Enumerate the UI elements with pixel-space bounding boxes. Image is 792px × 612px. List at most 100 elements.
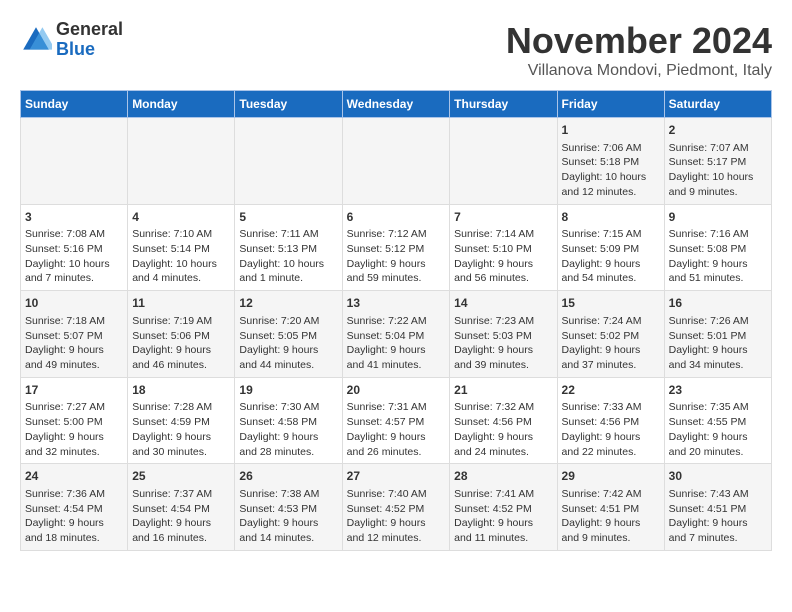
- calendar-cell: [342, 118, 450, 205]
- calendar-cell: 16 Sunrise: 7:26 AM Sunset: 5:01 PM Dayli…: [664, 291, 771, 378]
- calendar-cell: 14 Sunrise: 7:23 AM Sunset: 5:03 PM Dayli…: [450, 291, 557, 378]
- day-info: Sunrise: 7:41 AM Sunset: 4:52 PM Dayligh…: [454, 488, 534, 544]
- calendar-cell: 12Sunrise: 7:20 AM Sunset: 5:05 PM Dayli…: [235, 291, 342, 378]
- day-info: Sunrise: 7:12 AM Sunset: 5:12 PM Dayligh…: [347, 228, 427, 284]
- calendar-cell: 2 Sunrise: 7:07 AM Sunset: 5:17 PM Daylig…: [664, 118, 771, 205]
- day-number: 27: [347, 468, 446, 485]
- day-number: 5: [239, 209, 337, 226]
- calendar-cell: 22Sunrise: 7:33 AM Sunset: 4:56 PM Dayli…: [557, 377, 664, 464]
- day-number: 1: [562, 122, 660, 139]
- day-number: 10: [25, 295, 123, 312]
- day-info: Sunrise: 7:31 AM Sunset: 4:57 PM Dayligh…: [347, 401, 427, 457]
- calendar-cell: 18 Sunrise: 7:28 AM Sunset: 4:59 PM Dayli…: [128, 377, 235, 464]
- day-number: 29: [562, 468, 660, 485]
- day-info: Sunrise: 7:19 AM Sunset: 5:06 PM Dayligh…: [132, 315, 212, 371]
- calendar-cell: 20 Sunrise: 7:31 AM Sunset: 4:57 PM Dayli…: [342, 377, 450, 464]
- day-info: Sunrise: 7:43 AM Sunset: 4:51 PM Dayligh…: [669, 488, 749, 544]
- calendar-cell: 1Sunrise: 7:06 AM Sunset: 5:18 PM Daylig…: [557, 118, 664, 205]
- day-info: Sunrise: 7:10 AM Sunset: 5:14 PM Dayligh…: [132, 228, 217, 284]
- day-info: Sunrise: 7:14 AM Sunset: 5:10 PM Dayligh…: [454, 228, 534, 284]
- day-info: Sunrise: 7:32 AM Sunset: 4:56 PM Dayligh…: [454, 401, 534, 457]
- calendar-week-2: 3Sunrise: 7:08 AM Sunset: 5:16 PM Daylig…: [21, 204, 772, 291]
- day-info: Sunrise: 7:27 AM Sunset: 5:00 PM Dayligh…: [25, 401, 105, 457]
- logo-text: General Blue: [56, 20, 123, 60]
- col-thursday: Thursday: [450, 91, 557, 118]
- day-info: Sunrise: 7:07 AM Sunset: 5:17 PM Dayligh…: [669, 142, 754, 198]
- calendar-week-5: 24 Sunrise: 7:36 AM Sunset: 4:54 PM Dayli…: [21, 464, 772, 551]
- day-info: Sunrise: 7:40 AM Sunset: 4:52 PM Dayligh…: [347, 488, 427, 544]
- calendar-cell: 17 Sunrise: 7:27 AM Sunset: 5:00 PM Dayli…: [21, 377, 128, 464]
- calendar-cell: [21, 118, 128, 205]
- col-saturday: Saturday: [664, 91, 771, 118]
- calendar-week-4: 17 Sunrise: 7:27 AM Sunset: 5:00 PM Dayli…: [21, 377, 772, 464]
- col-friday: Friday: [557, 91, 664, 118]
- day-info: Sunrise: 7:28 AM Sunset: 4:59 PM Dayligh…: [132, 401, 212, 457]
- day-number: 22: [562, 382, 660, 399]
- day-number: 24: [25, 468, 123, 485]
- day-info: Sunrise: 7:36 AM Sunset: 4:54 PM Dayligh…: [25, 488, 105, 544]
- calendar-cell: 6 Sunrise: 7:12 AM Sunset: 5:12 PM Daylig…: [342, 204, 450, 291]
- day-number: 11: [132, 295, 230, 312]
- col-monday: Monday: [128, 91, 235, 118]
- day-number: 12: [239, 295, 337, 312]
- day-info: Sunrise: 7:37 AM Sunset: 4:54 PM Dayligh…: [132, 488, 212, 544]
- logo: General Blue: [20, 20, 123, 60]
- header-row: Sunday Monday Tuesday Wednesday Thursday…: [21, 91, 772, 118]
- day-number: 16: [669, 295, 767, 312]
- calendar-table: Sunday Monday Tuesday Wednesday Thursday…: [20, 90, 772, 551]
- day-number: 9: [669, 209, 767, 226]
- month-title: November 2024: [506, 20, 772, 62]
- calendar-cell: 23Sunrise: 7:35 AM Sunset: 4:55 PM Dayli…: [664, 377, 771, 464]
- calendar-cell: 13 Sunrise: 7:22 AM Sunset: 5:04 PM Dayli…: [342, 291, 450, 378]
- calendar-cell: 30 Sunrise: 7:43 AM Sunset: 4:51 PM Dayli…: [664, 464, 771, 551]
- day-number: 8: [562, 209, 660, 226]
- calendar-cell: 21 Sunrise: 7:32 AM Sunset: 4:56 PM Dayli…: [450, 377, 557, 464]
- calendar-cell: 19 Sunrise: 7:30 AM Sunset: 4:58 PM Dayli…: [235, 377, 342, 464]
- day-info: Sunrise: 7:16 AM Sunset: 5:08 PM Dayligh…: [669, 228, 749, 284]
- calendar-cell: 28Sunrise: 7:41 AM Sunset: 4:52 PM Dayli…: [450, 464, 557, 551]
- day-info: Sunrise: 7:35 AM Sunset: 4:55 PM Dayligh…: [669, 401, 749, 457]
- calendar-cell: 3Sunrise: 7:08 AM Sunset: 5:16 PM Daylig…: [21, 204, 128, 291]
- calendar-cell: 26Sunrise: 7:38 AM Sunset: 4:53 PM Dayli…: [235, 464, 342, 551]
- day-number: 30: [669, 468, 767, 485]
- day-info: Sunrise: 7:23 AM Sunset: 5:03 PM Dayligh…: [454, 315, 534, 371]
- day-info: Sunrise: 7:30 AM Sunset: 4:58 PM Dayligh…: [239, 401, 319, 457]
- day-number: 15: [562, 295, 660, 312]
- page-header: General Blue November 2024 Villanova Mon…: [20, 20, 772, 80]
- day-number: 20: [347, 382, 446, 399]
- logo-general: General: [56, 19, 123, 39]
- calendar-cell: 7 Sunrise: 7:14 AM Sunset: 5:10 PM Daylig…: [450, 204, 557, 291]
- day-number: 21: [454, 382, 552, 399]
- day-number: 19: [239, 382, 337, 399]
- day-number: 14: [454, 295, 552, 312]
- calendar-cell: 10Sunrise: 7:18 AM Sunset: 5:07 PM Dayli…: [21, 291, 128, 378]
- calendar-week-3: 10Sunrise: 7:18 AM Sunset: 5:07 PM Dayli…: [21, 291, 772, 378]
- title-block: November 2024 Villanova Mondovi, Piedmon…: [506, 20, 772, 80]
- logo-icon: [20, 24, 52, 56]
- col-wednesday: Wednesday: [342, 91, 450, 118]
- location: Villanova Mondovi, Piedmont, Italy: [506, 62, 772, 80]
- day-info: Sunrise: 7:22 AM Sunset: 5:04 PM Dayligh…: [347, 315, 427, 371]
- calendar-header: Sunday Monday Tuesday Wednesday Thursday…: [21, 91, 772, 118]
- day-info: Sunrise: 7:08 AM Sunset: 5:16 PM Dayligh…: [25, 228, 110, 284]
- day-number: 7: [454, 209, 552, 226]
- calendar-cell: 8Sunrise: 7:15 AM Sunset: 5:09 PM Daylig…: [557, 204, 664, 291]
- calendar-cell: [450, 118, 557, 205]
- calendar-cell: 24 Sunrise: 7:36 AM Sunset: 4:54 PM Dayli…: [21, 464, 128, 551]
- day-number: 6: [347, 209, 446, 226]
- day-number: 25: [132, 468, 230, 485]
- calendar-body: 1Sunrise: 7:06 AM Sunset: 5:18 PM Daylig…: [21, 118, 772, 551]
- calendar-cell: 9 Sunrise: 7:16 AM Sunset: 5:08 PM Daylig…: [664, 204, 771, 291]
- calendar-cell: 27 Sunrise: 7:40 AM Sunset: 4:52 PM Dayli…: [342, 464, 450, 551]
- day-info: Sunrise: 7:11 AM Sunset: 5:13 PM Dayligh…: [239, 228, 324, 284]
- calendar-cell: 11 Sunrise: 7:19 AM Sunset: 5:06 PM Dayli…: [128, 291, 235, 378]
- col-tuesday: Tuesday: [235, 91, 342, 118]
- day-number: 18: [132, 382, 230, 399]
- day-number: 2: [669, 122, 767, 139]
- day-number: 17: [25, 382, 123, 399]
- day-number: 13: [347, 295, 446, 312]
- day-info: Sunrise: 7:26 AM Sunset: 5:01 PM Dayligh…: [669, 315, 749, 371]
- day-info: Sunrise: 7:38 AM Sunset: 4:53 PM Dayligh…: [239, 488, 319, 544]
- calendar-cell: [235, 118, 342, 205]
- day-info: Sunrise: 7:24 AM Sunset: 5:02 PM Dayligh…: [562, 315, 642, 371]
